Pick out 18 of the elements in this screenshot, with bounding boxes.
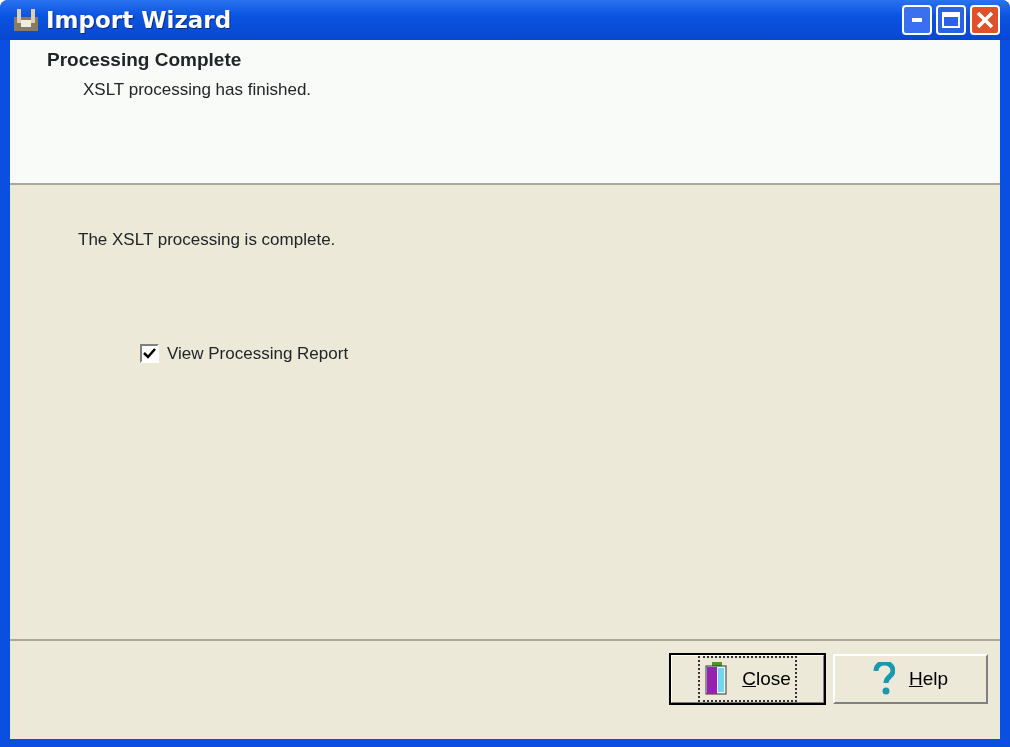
- close-icon: [976, 11, 994, 29]
- maximize-icon: [942, 12, 960, 28]
- minimize-icon: [912, 18, 922, 22]
- page-title: Processing Complete: [47, 48, 243, 72]
- checkbox-label[interactable]: View Processing Report: [167, 340, 349, 366]
- window-title: Import Wizard: [46, 5, 232, 35]
- app-icon: [14, 9, 38, 31]
- maximize-button[interactable]: [936, 5, 966, 35]
- close-button[interactable]: Close: [670, 654, 825, 704]
- minimize-button[interactable]: [902, 5, 932, 35]
- help-button[interactable]: Help: [833, 654, 988, 704]
- door-icon: [704, 662, 729, 696]
- question-mark-icon: [872, 662, 895, 696]
- close-window-button[interactable]: [970, 5, 1000, 35]
- check-icon: [143, 347, 156, 359]
- checkbox[interactable]: [140, 343, 159, 363]
- message-text: The XSLT processing is complete.: [78, 230, 336, 249]
- page-subtitle: XSLT processing has finished.: [83, 78, 313, 101]
